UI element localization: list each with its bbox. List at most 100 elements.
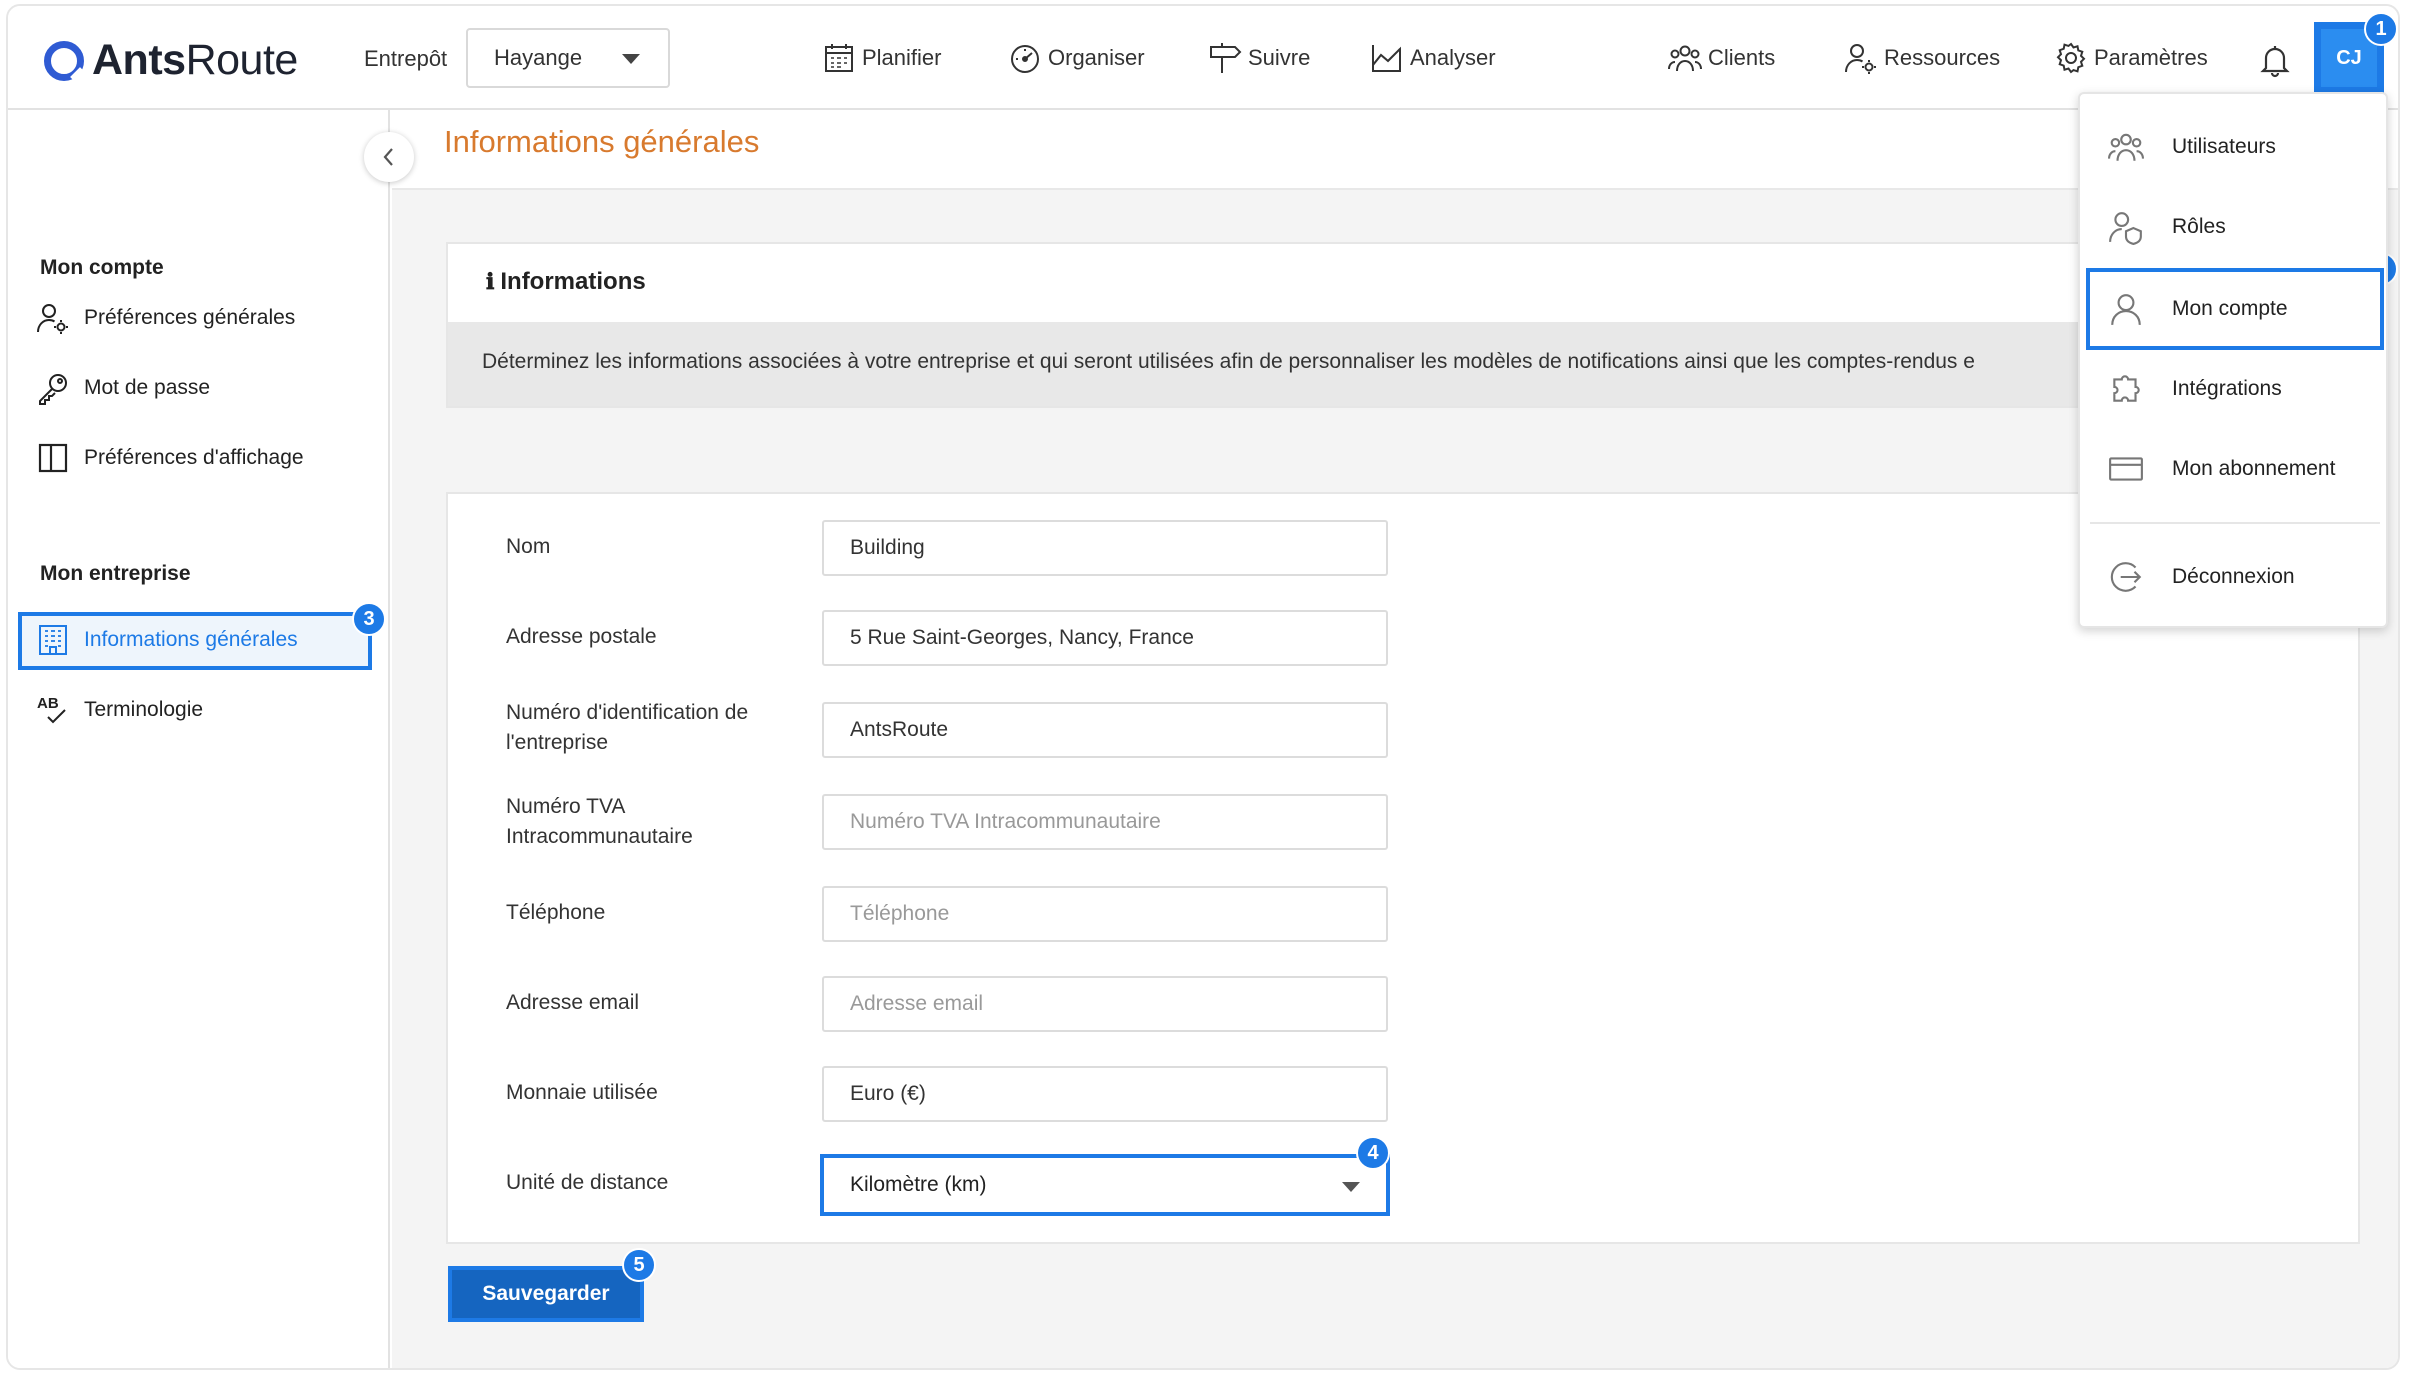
distance-unit-value: Kilomètre (km) [850, 1173, 987, 1196]
menu-item-deconnexion[interactable]: Déconnexion [2080, 542, 2386, 612]
warehouse-select[interactable]: Hayange [466, 28, 670, 88]
menu-item-label: Rôles [2172, 215, 2226, 238]
sidebar-item-label: Mot de passe [84, 376, 211, 399]
menu-item-label: Déconnexion [2172, 565, 2295, 588]
sidebar-heading-account: Mon compte [40, 256, 164, 279]
menu-item-integrations[interactable]: Intégrations [2080, 354, 2386, 424]
gear-icon [2056, 42, 2086, 74]
step-marker-5: 5 [622, 1248, 656, 1282]
settings-dropdown-menu: Utilisateurs Rôles Mon compte Intégratio… [2078, 92, 2388, 628]
users-group-icon [2108, 133, 2144, 161]
email-label: Adresse email [506, 991, 640, 1014]
sidebar-item-preferences-affichage[interactable]: Préférences d'affichage [36, 438, 304, 478]
sidebar-item-preferences-generales[interactable]: Préférences générales [36, 298, 295, 338]
sidebar-item-label: Préférences générales [84, 306, 296, 329]
chart-icon [1372, 45, 1401, 72]
menu-item-label: Mon compte [2172, 297, 2288, 320]
svg-text:AB: AB [37, 695, 59, 712]
siret-field[interactable] [822, 702, 1388, 758]
logo-text-bold: Ants [92, 36, 186, 84]
nav-analyser[interactable]: Analyser [1370, 40, 1496, 76]
nav-parametres[interactable]: Paramètres [2054, 40, 2208, 76]
puzzle-icon [2113, 375, 2140, 402]
adresse-field[interactable] [822, 610, 1388, 666]
sidebar-item-label: Terminologie [84, 698, 204, 721]
info-icon: ℹ [486, 269, 495, 295]
key-icon [39, 374, 67, 405]
distance-label: Unité de distance [506, 1171, 669, 1194]
step-marker-1: 1 [2364, 12, 2398, 46]
distance-unit-select[interactable]: Kilomètre (km) [820, 1154, 1390, 1216]
company-form: Nom Adresse postale Numéro d'identificat… [446, 492, 2360, 1244]
sidebar-item-label: Informations générales [84, 628, 298, 651]
save-button[interactable]: Sauvegarder [448, 1266, 644, 1322]
sidebar-item-mot-de-passe[interactable]: Mot de passe [36, 368, 210, 408]
collapse-sidebar-button[interactable] [364, 132, 414, 182]
menu-item-mon-compte[interactable]: Mon compte [2080, 274, 2386, 344]
nav-analyser-label: Analyser [1410, 45, 1496, 70]
nav-organiser[interactable]: Organiser [1008, 40, 1145, 76]
user-icon [2111, 294, 2141, 325]
nav-clients[interactable]: Clients [1668, 40, 1775, 76]
tva-field[interactable] [822, 794, 1388, 850]
menu-item-abonnement[interactable]: Mon abonnement [2080, 434, 2386, 504]
sidebar-item-label: Préférences d'affichage [84, 446, 304, 469]
step-marker-3: 3 [352, 602, 386, 636]
credit-card-icon [2109, 457, 2143, 481]
step-marker-4: 4 [1356, 1136, 1390, 1170]
columns-icon [38, 443, 68, 473]
menu-divider [2090, 522, 2380, 524]
chevron-down-icon [1342, 1182, 1360, 1192]
nav-suivre[interactable]: Suivre [1208, 40, 1310, 76]
adresse-label: Adresse postale [506, 625, 657, 648]
nav-parametres-label: Paramètres [2094, 45, 2208, 70]
calendar-icon [825, 44, 853, 72]
nav-organiser-label: Organiser [1048, 45, 1145, 70]
warehouse-label: Entrepôt [364, 46, 448, 71]
user-shield-icon [2109, 212, 2142, 245]
email-field[interactable] [822, 976, 1388, 1032]
info-card-title: ℹ Informations [486, 268, 646, 296]
nav-clients-label: Clients [1708, 45, 1776, 70]
nav-planifier[interactable]: Planifier [822, 40, 941, 76]
sidebar-item-informations-generales[interactable]: Informations générales [36, 620, 298, 660]
gauge-icon [1011, 45, 1039, 73]
info-card: ℹ Informations Déterminez les informatio… [446, 242, 2360, 408]
sidebar: Mon compte Préférences générales Mot de … [8, 110, 390, 1368]
top-bar: AntsRoute Entrepôt Hayange Planifier Org… [8, 6, 2398, 110]
telephone-label: Téléphone [506, 901, 606, 924]
bell-icon[interactable] [2260, 44, 2290, 78]
logo-text-light: Route [185, 36, 299, 84]
monnaie-field[interactable] [822, 1066, 1388, 1122]
nom-label: Nom [506, 535, 551, 558]
info-card-title-text: Informations [500, 268, 646, 295]
logo-icon [44, 40, 84, 81]
menu-item-utilisateurs[interactable]: Utilisateurs [2080, 112, 2386, 182]
nav-suivre-label: Suivre [1248, 45, 1311, 70]
menu-item-label: Mon abonnement [2172, 457, 2336, 480]
antsroute-logo[interactable]: AntsRoute [44, 36, 298, 85]
menu-item-roles[interactable]: Rôles [2080, 192, 2386, 262]
warehouse-select-value: Hayange [494, 45, 583, 70]
page-title: Informations générales [444, 124, 760, 159]
siret-label: Numéro d'identification de l'entreprise [506, 701, 749, 754]
chevron-down-icon [622, 54, 640, 64]
signpost-icon [1210, 43, 1242, 73]
menu-item-label: Utilisateurs [2172, 135, 2276, 158]
tva-label: Numéro TVA Intracommunautaire [506, 795, 693, 848]
nav-planifier-label: Planifier [862, 45, 942, 70]
menu-item-label: Intégrations [2172, 377, 2282, 400]
sidebar-heading-company: Mon entreprise [40, 562, 191, 585]
telephone-field[interactable] [822, 886, 1388, 942]
nav-ressources[interactable]: Ressources [1844, 40, 2000, 76]
sidebar-item-terminologie[interactable]: AB Terminologie [36, 690, 203, 730]
spellcheck-icon: AB [37, 695, 66, 724]
user-gear-icon [1845, 44, 1876, 74]
nav-ressources-label: Ressources [1884, 45, 2001, 70]
nom-field[interactable] [822, 520, 1388, 576]
info-description: Déterminez les informations associées à … [448, 322, 2358, 406]
building-icon [39, 625, 67, 655]
chevron-left-icon [383, 148, 393, 166]
logout-icon [2110, 562, 2142, 592]
user-gear-icon [37, 304, 68, 334]
